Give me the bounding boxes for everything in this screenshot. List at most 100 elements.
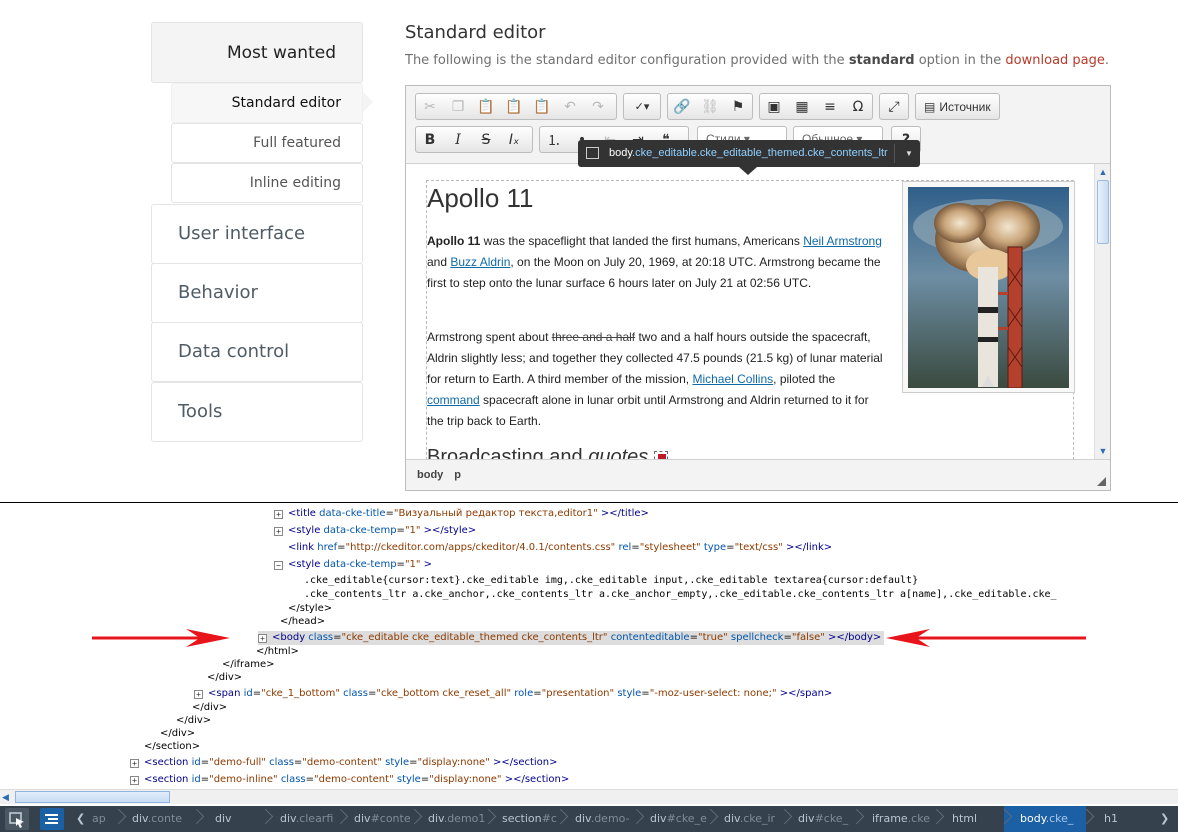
cut-icon[interactable]: ✂ bbox=[416, 94, 444, 119]
dom-node-section-inline[interactable]: + <section id="demo-inline" class="demo-… bbox=[130, 773, 569, 787]
crumb-1[interactable]: div.conte bbox=[132, 806, 182, 832]
sidebar-item-full-featured[interactable]: Full featured bbox=[171, 123, 363, 163]
path-item-body[interactable]: body bbox=[417, 469, 443, 481]
sidebar-item-user-interface[interactable]: User interface bbox=[151, 204, 363, 264]
crumb-7[interactable]: div.demo- bbox=[575, 806, 630, 832]
scroll-down-icon[interactable]: ▼ bbox=[1096, 443, 1110, 459]
crumb-5[interactable]: div.demo1 bbox=[428, 806, 485, 832]
crumb-scroll-right-icon[interactable]: ❯ bbox=[1160, 806, 1169, 832]
crumb-11[interactable]: iframe.cke bbox=[872, 806, 930, 832]
chevron-down-icon[interactable]: ▼ bbox=[905, 140, 913, 167]
expand-icon[interactable]: + bbox=[274, 510, 283, 519]
sidebar-item-tools[interactable]: Tools bbox=[151, 382, 363, 442]
dom-node-title[interactable]: + <title data-cke-title="Визуальный реда… bbox=[274, 507, 649, 521]
scroll-thumb[interactable] bbox=[1097, 180, 1109, 244]
horizontal-line-icon[interactable]: ≡ bbox=[816, 94, 844, 119]
crumb-separator bbox=[636, 806, 637, 832]
path-item-p[interactable]: p bbox=[454, 469, 461, 481]
sidebar-item-behavior[interactable]: Behavior bbox=[151, 263, 363, 323]
bold-icon[interactable]: B bbox=[416, 127, 444, 152]
document-body[interactable]: Apollo 11 Apollo 11 was the spaceflight … bbox=[426, 180, 1075, 459]
sidebar-item-inline-editing[interactable]: Inline editing bbox=[171, 163, 363, 203]
source-icon: ▤ bbox=[924, 99, 936, 114]
sidebar-item-most-wanted[interactable]: Most wanted bbox=[151, 22, 363, 83]
anchor-flag-icon[interactable]: ⚑ bbox=[724, 94, 752, 119]
markup-view-button[interactable] bbox=[40, 808, 64, 830]
unlink-icon[interactable]: ⛓ bbox=[696, 94, 724, 119]
crumb-14[interactable]: h1 bbox=[1104, 806, 1118, 832]
crumb-0[interactable]: ap bbox=[92, 806, 106, 832]
dom-node-link[interactable]: <link href="http://ckeditor.com/apps/cke… bbox=[288, 541, 832, 555]
crumb-4[interactable]: div#conte bbox=[354, 806, 411, 832]
dom-node-style[interactable]: + <style data-cke-temp="1" ></style> bbox=[274, 524, 476, 538]
source-button[interactable]: ▤ Источник bbox=[916, 94, 999, 119]
image-icon[interactable]: ▣ bbox=[760, 94, 788, 119]
devtools-horizontal-scrollbar[interactable]: ◀ bbox=[0, 789, 1178, 804]
expand-icon[interactable]: + bbox=[258, 634, 267, 643]
remove-format-icon[interactable]: Iₓ bbox=[500, 127, 528, 152]
paste-text-icon[interactable]: 📋 bbox=[500, 94, 528, 119]
scroll-up-icon[interactable]: ▲ bbox=[1096, 164, 1110, 180]
active-pointer bbox=[363, 92, 373, 112]
css-text-line-1: .cke_editable{cursor:text}.cke_editable … bbox=[304, 575, 919, 586]
editor-vertical-scrollbar[interactable]: ▲ ▼ bbox=[1094, 164, 1110, 459]
panel-divider bbox=[0, 502, 1178, 503]
crumb-3[interactable]: div.clearfi bbox=[280, 806, 333, 832]
link-icon[interactable]: 🔗 bbox=[668, 94, 696, 119]
expand-icon[interactable]: + bbox=[274, 527, 283, 536]
dom-node-body-selected[interactable]: + <body class="cke_editable cke_editable… bbox=[258, 631, 885, 645]
scroll-left-icon[interactable]: ◀ bbox=[2, 790, 9, 804]
crumb-scroll-left-icon[interactable]: ❮ bbox=[76, 806, 85, 832]
strike-icon[interactable]: S bbox=[472, 127, 500, 152]
doc-subheading: Broadcasting and quotes bbox=[427, 447, 668, 459]
download-page-link[interactable]: download page bbox=[1005, 53, 1104, 68]
undo-icon[interactable]: ↶ bbox=[556, 94, 584, 119]
crumb-12[interactable]: html bbox=[952, 806, 977, 832]
sidebar-item-standard-editor[interactable]: Standard editor bbox=[171, 83, 363, 123]
crumb-13-selected[interactable]: body.cke_ bbox=[1020, 806, 1073, 832]
dom-node-style-open[interactable]: − <style data-cke-temp="1" > bbox=[274, 558, 432, 572]
crumb-10[interactable]: div#cke_ bbox=[798, 806, 848, 832]
collapse-icon[interactable]: − bbox=[274, 561, 283, 570]
anchor-icon[interactable] bbox=[653, 450, 668, 459]
crumb-6[interactable]: section#c bbox=[502, 806, 557, 832]
crumb-separator bbox=[936, 806, 937, 832]
numbered-list-icon[interactable]: ⒈ bbox=[540, 127, 568, 152]
command-link[interactable]: command bbox=[427, 393, 480, 407]
expand-icon[interactable]: + bbox=[130, 759, 139, 768]
maximize-icon[interactable]: ⤢ bbox=[880, 94, 908, 119]
resize-grip-icon[interactable] bbox=[1097, 477, 1106, 486]
spellcheck-icon[interactable]: ✓▾ bbox=[624, 94, 660, 119]
redo-icon[interactable]: ↷ bbox=[584, 94, 612, 119]
expand-icon[interactable]: + bbox=[130, 776, 139, 785]
rocket-image-frame bbox=[902, 181, 1075, 393]
sidebar-item-data-control[interactable]: Data control bbox=[151, 322, 363, 382]
dom-node-section-full[interactable]: + <section id="demo-full" class="demo-co… bbox=[130, 756, 558, 770]
tools-group: ⤢ bbox=[879, 93, 909, 120]
michael-collins-link[interactable]: Michael Collins bbox=[692, 372, 773, 386]
neil-armstrong-link[interactable]: Neil Armstrong bbox=[803, 234, 882, 248]
source-label: Источник bbox=[939, 99, 991, 114]
crumb-2[interactable]: div bbox=[215, 806, 232, 832]
crumb-8[interactable]: div#cke_e bbox=[650, 806, 707, 832]
table-icon[interactable]: ▦ bbox=[788, 94, 816, 119]
buzz-aldrin-link[interactable]: Buzz Aldrin bbox=[450, 255, 510, 269]
markup-icon bbox=[45, 814, 58, 824]
sidebar-label: Full featured bbox=[253, 135, 341, 151]
dom-node-span-bottom[interactable]: + <span id="cke_1_bottom" class="cke_bot… bbox=[194, 687, 832, 701]
crumb-separator bbox=[414, 806, 415, 832]
scroll-thumb[interactable] bbox=[15, 791, 170, 803]
special-char-icon[interactable]: Ω bbox=[844, 94, 872, 119]
expand-icon[interactable]: + bbox=[194, 690, 203, 699]
crumb-9[interactable]: div.cke_ir bbox=[724, 806, 775, 832]
saturn-v-launch-image[interactable] bbox=[908, 187, 1069, 388]
copy-icon[interactable]: ❐ bbox=[444, 94, 472, 119]
editable-area[interactable]: Apollo 11 Apollo 11 was the spaceflight … bbox=[406, 163, 1110, 460]
paste-word-icon[interactable]: 📋 bbox=[528, 94, 556, 119]
close-div: </div> bbox=[160, 728, 196, 739]
paste-icon[interactable]: 📋 bbox=[472, 94, 500, 119]
italic-icon[interactable]: I bbox=[444, 127, 472, 152]
inspect-button[interactable] bbox=[5, 808, 29, 830]
red-arrow-right-icon bbox=[92, 629, 230, 647]
close-div: </div> bbox=[207, 672, 243, 683]
